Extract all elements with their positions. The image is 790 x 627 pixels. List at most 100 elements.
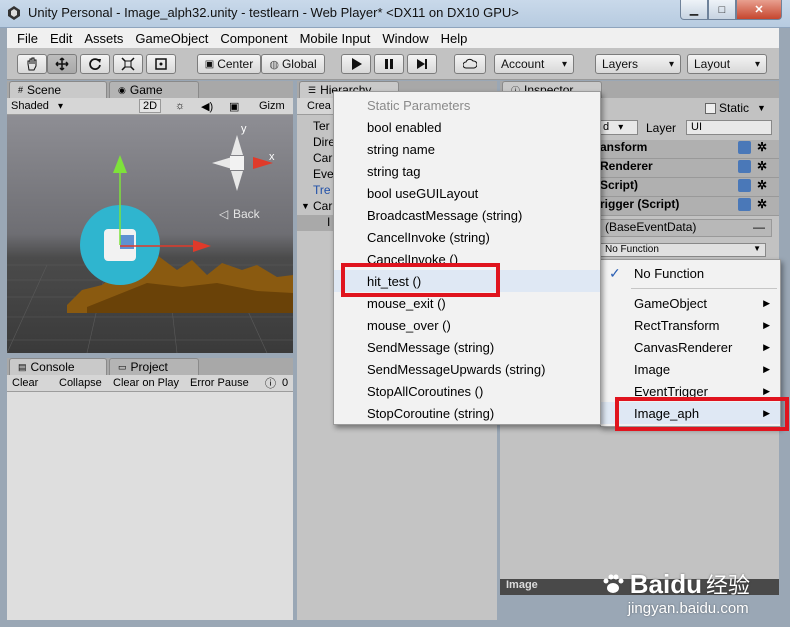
scale-tool-button[interactable] [113, 54, 143, 74]
menu-item-no-function[interactable]: ✓ No Function [601, 262, 780, 284]
menu-mobile-input[interactable]: Mobile Input [294, 31, 377, 46]
scene-tab-row: # Scene ◉ Game [7, 81, 293, 98]
method-item[interactable]: SendMessageUpwards (string) [334, 358, 600, 380]
method-item[interactable]: bool useGUILayout [334, 182, 600, 204]
move-tool-button[interactable] [47, 54, 77, 74]
console-clear-button[interactable]: Clear [12, 377, 38, 389]
method-item[interactable]: SendMessage (string) [334, 336, 600, 358]
method-item[interactable]: string name [334, 138, 600, 160]
menu-help[interactable]: Help [435, 31, 474, 46]
console-log-area[interactable] [7, 392, 293, 620]
help-book-icon[interactable] [738, 179, 751, 192]
static-toggle[interactable]: Static ▼ [705, 101, 766, 115]
tab-game[interactable]: ◉ Game [109, 81, 199, 98]
center-icon: ▣ [204, 58, 215, 70]
menu-item-label: No Function [634, 265, 705, 281]
console-error-pause-button[interactable]: Error Pause [190, 377, 249, 389]
static-label: Static [719, 101, 750, 115]
method-item[interactable]: StopAllCoroutines () [334, 380, 600, 402]
tab-scene[interactable]: # Scene [9, 81, 107, 98]
layer-value: UI [691, 121, 702, 133]
help-book-icon[interactable] [738, 160, 751, 173]
help-book-icon[interactable] [738, 141, 751, 154]
menu-item-image[interactable]: Image ▶ [601, 358, 780, 380]
static-checkbox[interactable] [705, 102, 716, 114]
menu-separator [631, 288, 777, 289]
menu-item-canvasrenderer[interactable]: CanvasRenderer ▶ [601, 336, 780, 358]
menu-assets[interactable]: Assets [78, 31, 129, 46]
pivot-global-button[interactable]: ◍ Global [261, 54, 325, 74]
x-axis-arrow[interactable] [193, 240, 211, 252]
minimize-button[interactable]: ▁ [680, 0, 708, 20]
method-item[interactable]: string tag [334, 160, 600, 182]
hierarchy-create-button[interactable]: Crea [307, 100, 331, 112]
audio-icon[interactable]: ◀) [201, 100, 213, 113]
2d-toggle[interactable]: 2D [139, 99, 161, 113]
shading-dropdown[interactable]: Shaded [11, 100, 133, 112]
play-icon [352, 58, 362, 70]
remove-event-icon[interactable]: — [753, 220, 765, 234]
play-button[interactable] [341, 54, 371, 74]
maximize-button[interactable]: □ [708, 0, 736, 20]
pivot-center-button[interactable]: ▣ Center [197, 54, 261, 74]
method-item[interactable]: mouse_over () [334, 314, 600, 336]
menu-item-gameobject[interactable]: GameObject ▶ [601, 292, 780, 314]
scale-icon [121, 57, 135, 71]
center-label: Center [217, 57, 254, 71]
layer-dropdown[interactable]: UI [686, 120, 772, 135]
hierarchy-item[interactable]: Ter [297, 119, 330, 135]
gear-icon[interactable]: ✲ [757, 178, 767, 192]
pause-button[interactable] [374, 54, 404, 74]
hierarchy-item[interactable]: Car [297, 199, 332, 215]
sun-icon[interactable]: ☼ [175, 100, 185, 112]
console-clear-on-play-button[interactable]: Clear on Play [113, 377, 179, 389]
hierarchy-item[interactable]: Dire [297, 135, 335, 151]
back-label: Back [233, 207, 260, 221]
method-item[interactable]: bool enabled [334, 116, 600, 138]
hand-icon [27, 57, 37, 71]
rect-tool-button[interactable] [146, 54, 176, 74]
preview-footer-label: Image [506, 579, 538, 591]
tag-value: d [603, 121, 610, 133]
tab-project[interactable]: ▭ Project [109, 358, 199, 375]
image-effects-icon[interactable]: ▣ [229, 100, 239, 113]
layout-dropdown[interactable]: Layout [687, 54, 767, 74]
rotate-tool-button[interactable] [80, 54, 110, 74]
hierarchy-item[interactable]: Tre [297, 183, 331, 199]
tag-dropdown[interactable]: d [600, 120, 638, 135]
layers-dropdown[interactable]: Layers [595, 54, 681, 74]
account-label: Account [501, 57, 545, 71]
gear-icon[interactable]: ✲ [757, 197, 767, 211]
orientation-gizmo[interactable] [212, 135, 273, 191]
method-item[interactable]: StopCoroutine (string) [334, 402, 600, 424]
console-collapse-button[interactable]: Collapse [59, 377, 102, 389]
menu-item-label: RectTransform [634, 317, 720, 333]
tab-console[interactable]: ▤ Console [9, 358, 107, 375]
help-book-icon[interactable] [738, 198, 751, 211]
close-button[interactable]: ✕ [736, 0, 782, 20]
hand-tool-button[interactable] [17, 54, 47, 74]
hierarchy-item-selected[interactable]: I [297, 215, 333, 231]
menu-gameobject[interactable]: GameObject [129, 31, 214, 46]
menu-bar: File Edit Assets GameObject Component Mo… [7, 28, 779, 48]
account-dropdown[interactable]: Account [494, 54, 574, 74]
menu-component[interactable]: Component [214, 31, 293, 46]
menu-edit[interactable]: Edit [44, 31, 78, 46]
function-dropdown[interactable]: No Function ▼ [600, 243, 766, 257]
gear-icon[interactable]: ✲ [757, 140, 767, 154]
menu-file[interactable]: File [11, 31, 44, 46]
menu-item-recttransform[interactable]: RectTransform ▶ [601, 314, 780, 336]
gizmos-label[interactable]: Gizm [259, 100, 285, 112]
scene-viewport[interactable]: y x ◁ Back [7, 115, 293, 353]
menu-window[interactable]: Window [376, 31, 434, 46]
rect-tool-icon [155, 58, 167, 70]
hierarchy-item[interactable]: Eve [297, 167, 334, 183]
hierarchy-item[interactable]: Car [297, 151, 332, 167]
gear-icon[interactable]: ✲ [757, 159, 767, 173]
y-axis-arrow[interactable] [113, 155, 127, 173]
step-button[interactable] [407, 54, 437, 74]
chevron-down-icon[interactable]: ▼ [757, 103, 766, 113]
cloud-button[interactable] [454, 54, 486, 74]
method-item[interactable]: BroadcastMessage (string) [334, 204, 600, 226]
method-item[interactable]: CancelInvoke (string) [334, 226, 600, 248]
